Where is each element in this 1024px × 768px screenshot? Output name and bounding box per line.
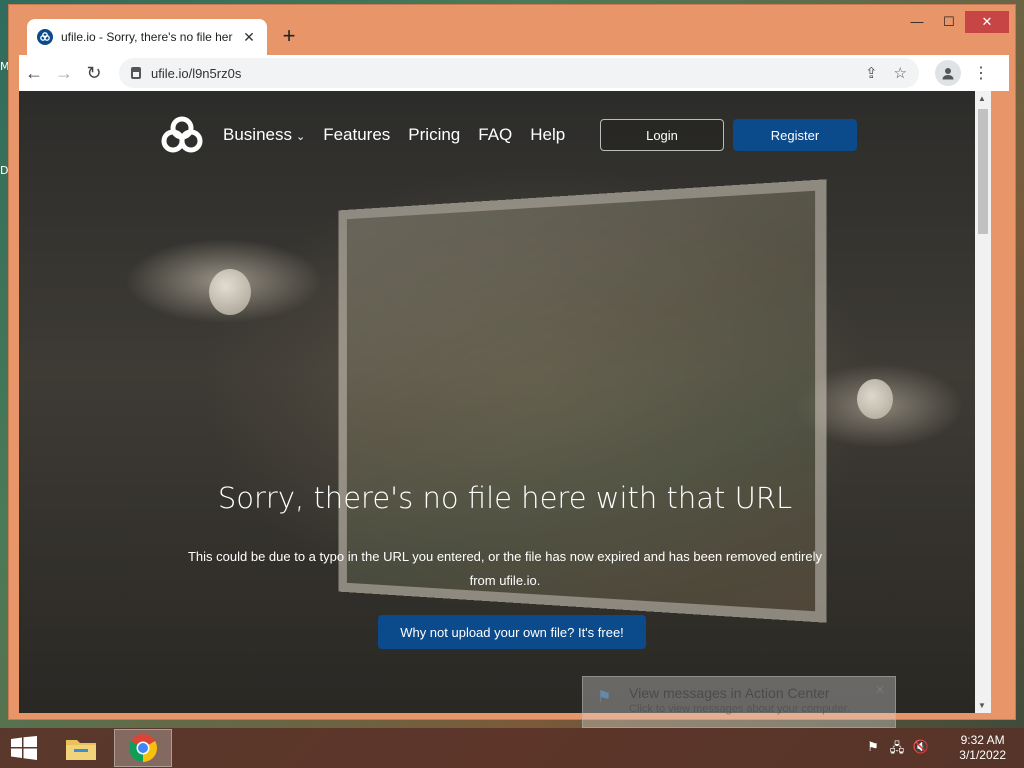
nav-features[interactable]: Features (323, 125, 390, 145)
clock-time: 9:32 AM (960, 733, 1005, 747)
scroll-thumb[interactable] (978, 109, 988, 234)
back-button[interactable]: ← (19, 58, 49, 88)
browser-window: ufile.io - Sorry, there's no file her ✕ … (8, 4, 1016, 720)
profile-avatar-icon[interactable] (935, 60, 961, 86)
taskbar: ⚑ 🖧 🔇 9:32 AM 3/1/2022 (0, 728, 1024, 768)
lock-icon[interactable] (131, 67, 141, 79)
page-scrollbar[interactable]: ▲ ▼ (975, 91, 991, 713)
chevron-down-icon: ⌄ (295, 131, 306, 143)
folder-icon (66, 740, 96, 760)
toast-close-icon[interactable]: ✕ (875, 683, 885, 697)
action-center-toast[interactable]: ⚑ View messages in Action Center Click t… (582, 676, 896, 728)
background-lamp (209, 269, 251, 315)
bookmark-star-icon[interactable]: ☆ (894, 64, 907, 82)
start-button[interactable] (10, 736, 38, 760)
address-bar[interactable]: ufile.io/l9n5rz0s ⇪ ☆ (119, 58, 919, 88)
taskbar-clock[interactable]: 9:32 AM 3/1/2022 (959, 733, 1006, 763)
action-center-flag-icon[interactable]: ⚑ (864, 739, 882, 757)
error-headline: Sorry, there's no file here with that UR… (217, 481, 793, 515)
tab-title: ufile.io - Sorry, there's no file her (61, 30, 233, 44)
page-viewport: Business ⌄ Features Pricing FAQ Help Logi… (19, 91, 991, 713)
chrome-icon (129, 734, 157, 762)
new-tab-button[interactable]: + (277, 25, 301, 49)
forward-button[interactable]: → (49, 58, 79, 88)
login-button[interactable]: Login (600, 119, 724, 151)
clock-date: 3/1/2022 (959, 748, 1006, 762)
ufile-logo-icon[interactable] (159, 115, 205, 155)
tab-strip: ufile.io - Sorry, there's no file her ✕ … (9, 5, 1015, 55)
tab-close-icon[interactable]: ✕ (241, 29, 257, 46)
maximize-button[interactable]: ☐ (933, 11, 965, 33)
background-lamp (857, 379, 893, 419)
browser-menu-icon[interactable]: ⋮ (973, 63, 989, 83)
url-text[interactable]: ufile.io/l9n5rz0s (151, 66, 849, 81)
window-controls: — ☐ ✕ (901, 11, 1009, 33)
minimize-button[interactable]: — (901, 11, 933, 33)
taskbar-file-explorer[interactable] (52, 729, 110, 767)
network-icon[interactable]: 🖧 (888, 739, 906, 757)
reload-button[interactable]: ↻ (79, 58, 109, 88)
browser-toolbar: ← → ↻ ufile.io/l9n5rz0s ⇪ ☆ ⋮ (19, 55, 1009, 91)
toast-body: Click to view messages about your comput… (629, 703, 850, 715)
action-center-flag-icon: ⚑ (597, 689, 612, 706)
nav-pricing[interactable]: Pricing (408, 125, 460, 145)
system-tray: ⚑ 🖧 🔇 (858, 739, 930, 757)
nav-faq[interactable]: FAQ (478, 125, 512, 145)
upload-cta-button[interactable]: Why not upload your own file? It's free! (378, 615, 646, 649)
close-window-button[interactable]: ✕ (965, 11, 1009, 33)
nav-business-label: Business (223, 125, 292, 144)
volume-muted-icon[interactable]: 🔇 (912, 739, 930, 757)
register-button[interactable]: Register (733, 119, 857, 151)
scroll-up-arrow-icon[interactable]: ▲ (978, 94, 986, 103)
ufile-favicon-icon (37, 29, 53, 45)
nav-business[interactable]: Business ⌄ (223, 125, 305, 145)
tab-ufile[interactable]: ufile.io - Sorry, there's no file her ✕ (27, 19, 267, 55)
toast-title: View messages in Action Center (629, 685, 830, 701)
share-icon[interactable]: ⇪ (865, 64, 878, 82)
taskbar-chrome[interactable] (114, 729, 172, 767)
nav-help[interactable]: Help (530, 125, 565, 145)
error-description: This could be due to a typo in the URL y… (187, 549, 823, 588)
scroll-down-arrow-icon[interactable]: ▼ (978, 701, 986, 710)
